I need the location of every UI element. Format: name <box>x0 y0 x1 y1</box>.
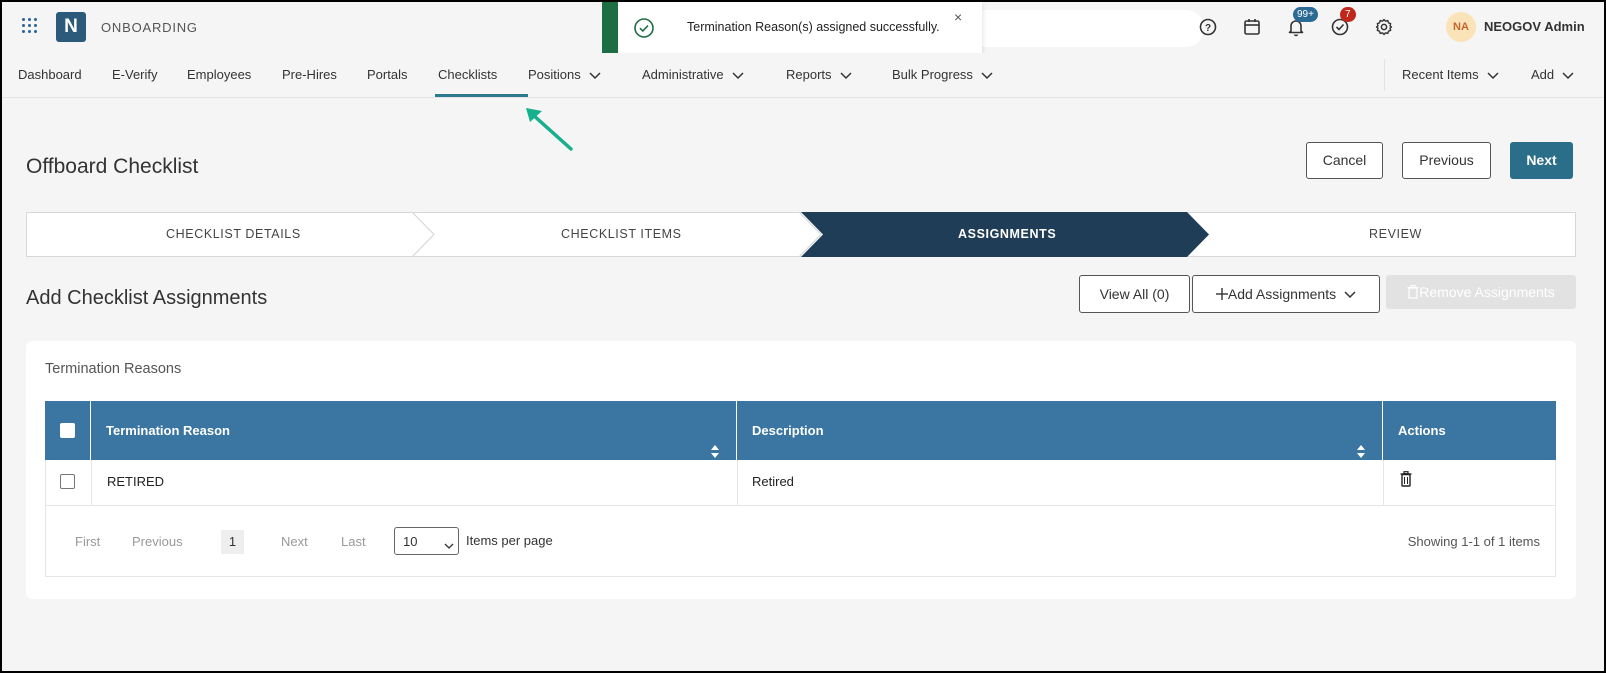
row-termination-reason: RETIRED <box>107 474 165 489</box>
chevron-down-icon <box>589 68 601 83</box>
remove-assignments-button[interactable]: Remove Assignments <box>1386 275 1576 309</box>
view-all-button[interactable]: View All (0) <box>1079 275 1190 313</box>
add-menu[interactable]: Add <box>1531 67 1574 83</box>
previous-button[interactable]: Previous <box>1402 142 1491 179</box>
page-title: Offboard Checklist <box>26 155 199 178</box>
table-header: Termination Reason Description Actions <box>45 401 1556 460</box>
calendar-icon[interactable] <box>1241 16 1263 38</box>
notifications-badge: 99+ <box>1293 7 1318 22</box>
nav-employees[interactable]: Employees <box>187 67 251 82</box>
app-name: ONBOARDING <box>101 20 198 35</box>
next-button[interactable]: Next <box>1510 142 1573 179</box>
nav-pre-hires[interactable]: Pre-Hires <box>282 67 337 82</box>
pagination-previous[interactable]: Previous <box>132 534 183 549</box>
success-check-icon <box>633 17 655 44</box>
section-title: Add Checklist Assignments <box>26 287 268 309</box>
annotation-arrow-icon <box>526 108 576 159</box>
nav-positions-label: Positions <box>528 67 581 82</box>
table-row: RETIRED Retired <box>45 460 1556 506</box>
select-all-checkbox[interactable] <box>60 423 75 438</box>
pagination-next[interactable]: Next <box>281 534 308 549</box>
nav-bulk-progress[interactable]: Bulk Progress <box>892 67 993 83</box>
pagination: First Previous 1 Next Last 10 Items per … <box>45 506 1556 577</box>
checklist-stepper: CHECKLIST DETAILS CHECKLIST ITEMS ASSIGN… <box>26 212 1576 257</box>
step-review[interactable]: REVIEW <box>1369 227 1422 241</box>
app-logo[interactable]: N <box>56 12 86 42</box>
settings-gear-icon[interactable] <box>1373 16 1395 38</box>
table-caption: Termination Reasons <box>45 361 182 377</box>
plus-icon <box>1215 286 1228 302</box>
success-toast: Termination Reason(s) assigned successfu… <box>602 2 982 59</box>
pagination-current-page[interactable]: 1 <box>221 530 244 554</box>
recent-items-label: Recent Items <box>1402 67 1479 82</box>
items-per-page-label: Items per page <box>466 533 553 548</box>
toast-message: Termination Reason(s) assigned successfu… <box>687 20 940 34</box>
items-per-page-select[interactable]: 10 <box>394 527 459 555</box>
user-name[interactable]: NEOGOV Admin <box>1484 19 1585 34</box>
trash-icon <box>1407 284 1419 300</box>
col-description-label: Description <box>752 423 824 438</box>
nav-reports[interactable]: Reports <box>786 67 852 83</box>
col-termination-reason-label: Termination Reason <box>106 423 231 438</box>
row-description: Retired <box>752 474 794 489</box>
main-nav: Dashboard E-Verify Employees Pre-Hires P… <box>2 53 1604 98</box>
row-checkbox[interactable] <box>60 474 75 489</box>
add-assignments-button[interactable]: Add Assignments <box>1192 275 1380 313</box>
toast-accent-bar <box>602 2 618 59</box>
app-frame: N ONBOARDING ? 99+ 7 NA NEOGOV Admin Ter… <box>2 2 1604 671</box>
nav-administrative[interactable]: Administrative <box>642 67 744 83</box>
tasks-badge: 7 <box>1340 7 1356 22</box>
items-per-page-value: 10 <box>403 534 418 549</box>
col-termination-reason[interactable]: Termination Reason <box>91 401 737 460</box>
add-assignments-label: Add Assignments <box>1227 286 1337 302</box>
app-grid-icon[interactable] <box>22 18 40 36</box>
cancel-button[interactable]: Cancel <box>1306 142 1383 179</box>
step-checklist-details[interactable]: CHECKLIST DETAILS <box>166 227 301 241</box>
pagination-first[interactable]: First <box>75 534 100 549</box>
column-divider <box>1383 460 1384 505</box>
nav-checklists[interactable]: Checklists <box>438 67 497 82</box>
chevron-down-icon <box>981 68 993 83</box>
chevron-down-icon <box>732 68 744 83</box>
col-actions: Actions <box>1398 423 1446 438</box>
recent-items-menu[interactable]: Recent Items <box>1402 67 1499 83</box>
chevron-down-icon <box>1344 286 1356 302</box>
svg-text:?: ? <box>1205 23 1211 34</box>
nav-e-verify[interactable]: E-Verify <box>112 67 158 82</box>
nav-administrative-label: Administrative <box>642 67 724 82</box>
select-all-cell <box>45 401 91 460</box>
termination-reasons-card: Termination Reasons Termination Reason D… <box>26 341 1576 599</box>
column-divider <box>737 460 738 505</box>
toast-close-icon[interactable]: × <box>954 9 962 25</box>
chevron-down-icon <box>444 538 454 553</box>
chevron-down-icon <box>1562 68 1574 83</box>
user-avatar[interactable]: NA <box>1446 12 1476 42</box>
nav-reports-label: Reports <box>786 67 832 82</box>
nav-active-indicator <box>435 94 528 97</box>
chevron-down-icon <box>1487 68 1499 83</box>
nav-dashboard[interactable]: Dashboard <box>18 67 82 82</box>
nav-bulk-progress-label: Bulk Progress <box>892 67 973 82</box>
nav-portals[interactable]: Portals <box>367 67 407 82</box>
nav-positions[interactable]: Positions <box>528 67 601 83</box>
help-icon[interactable]: ? <box>1197 16 1219 38</box>
step-assignments[interactable]: ASSIGNMENTS <box>958 227 1056 241</box>
remove-assignments-label: Remove Assignments <box>1419 284 1555 300</box>
column-divider <box>91 460 92 505</box>
col-description[interactable]: Description <box>737 401 1383 460</box>
chevron-down-icon <box>840 68 852 83</box>
add-menu-label: Add <box>1531 67 1555 82</box>
delete-trash-icon[interactable] <box>1400 471 1412 490</box>
nav-divider <box>1384 59 1385 91</box>
pagination-summary: Showing 1-1 of 1 items <box>1407 534 1540 549</box>
step-checklist-items[interactable]: CHECKLIST ITEMS <box>561 227 682 241</box>
pagination-last[interactable]: Last <box>341 534 366 549</box>
